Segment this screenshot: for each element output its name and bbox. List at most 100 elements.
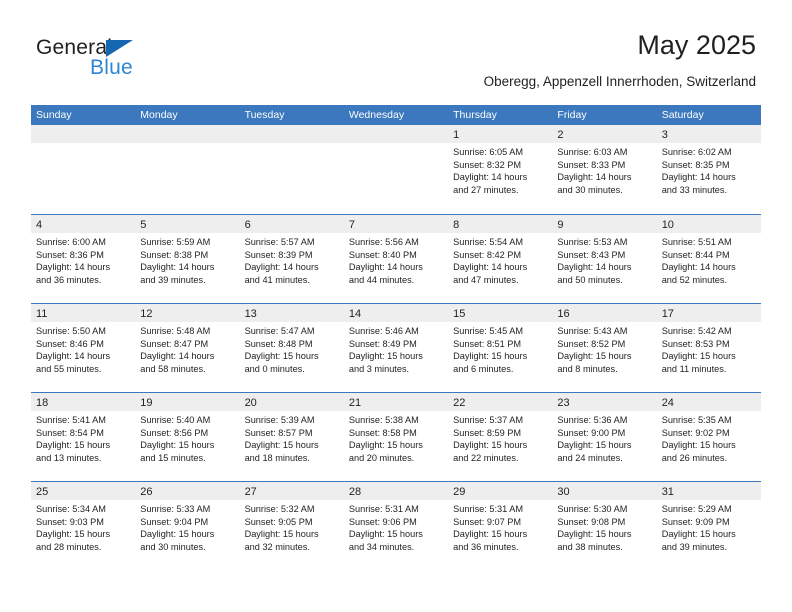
calendar-day-cell[interactable]: 1 Sunrise: 6:05 AM Sunset: 8:32 PM Daylight… <box>448 125 553 214</box>
day-sun-info: Sunrise: 5:43 AM Sunset: 8:52 PM Daylight:… <box>552 322 656 375</box>
calendar-day-cell[interactable]: 12 Sunrise: 5:48 AM Sunset: 8:47 PM Dayligh… <box>135 304 240 392</box>
calendar-day-cell[interactable]: 18 Sunrise: 5:41 AM Sunset: 8:54 PM Dayligh… <box>31 393 136 481</box>
calendar-day-cell-empty[interactable] <box>239 125 344 214</box>
calendar-day-cell[interactable]: 27 Sunrise: 5:32 AM Sunset: 9:05 PM Dayligh… <box>239 482 344 570</box>
calendar-day-cell[interactable]: 7 Sunrise: 5:56 AM Sunset: 8:40 PM Daylight… <box>343 215 449 303</box>
sunset-text: Sunset: 8:54 PM <box>36 427 104 438</box>
day-number-band: 26 <box>135 482 240 500</box>
sunset-text: Sunset: 9:05 PM <box>244 516 313 527</box>
daylight-text-line1: Daylight: 15 hours <box>244 351 319 362</box>
day-number-band: 2 <box>552 125 657 143</box>
calendar-day-cell[interactable]: 23 Sunrise: 5:36 AM Sunset: 9:00 PM Dayligh… <box>552 393 657 481</box>
daylight-text-line1: Daylight: 15 hours <box>557 440 632 451</box>
day-number-band: 9 <box>552 215 657 233</box>
sunset-text: Sunset: 9:09 PM <box>661 516 730 527</box>
calendar-day-cell[interactable]: 19 Sunrise: 5:40 AM Sunset: 8:56 PM Dayligh… <box>135 393 240 481</box>
day-number-band: 3 <box>656 125 761 143</box>
calendar-day-cell[interactable]: 5 Sunrise: 5:59 AM Sunset: 8:38 PM Daylight… <box>135 215 240 303</box>
calendar-day-cell[interactable]: 24 Sunrise: 5:35 AM Sunset: 9:02 PM Dayligh… <box>656 393 761 481</box>
calendar-day-cell[interactable]: 28 Sunrise: 5:31 AM Sunset: 9:06 PM Dayligh… <box>343 482 449 570</box>
weekday-wednesday: Wednesday <box>348 109 405 121</box>
sunset-text: Sunset: 8:36 PM <box>36 249 104 260</box>
daylight-text-line1: Daylight: 14 hours <box>140 262 215 273</box>
calendar-day-cell[interactable]: 26 Sunrise: 5:33 AM Sunset: 9:04 PM Dayligh… <box>135 482 240 570</box>
brand-logo[interactable]: General Blue <box>36 36 236 90</box>
sunrise-text: Sunrise: 5:42 AM <box>661 326 732 336</box>
day-number-band: 8 <box>448 215 553 233</box>
day-sun-info: Sunrise: 5:37 AM Sunset: 8:59 PM Daylight:… <box>448 411 552 464</box>
day-sun-info: Sunrise: 5:56 AM Sunset: 8:40 PM Daylight:… <box>344 233 448 286</box>
calendar-day-cell[interactable]: 22 Sunrise: 5:37 AM Sunset: 8:59 PM Dayligh… <box>448 393 553 481</box>
calendar-day-cell[interactable]: 3 Sunrise: 6:02 AM Sunset: 8:35 PM Daylight… <box>656 125 761 214</box>
sunset-text: Sunset: 8:49 PM <box>348 338 417 349</box>
day-number-band: 6 <box>239 215 344 233</box>
day-number: 24 <box>661 397 674 409</box>
sunrise-text: Sunrise: 5:51 AM <box>661 237 732 247</box>
day-number: 27 <box>244 486 257 498</box>
day-sun-info: Sunrise: 5:32 AM Sunset: 9:05 PM Daylight:… <box>240 500 344 553</box>
day-sun-info: Sunrise: 5:42 AM Sunset: 8:53 PM Daylight:… <box>657 322 761 375</box>
daylight-text-line1: Daylight: 15 hours <box>140 529 215 540</box>
calendar-day-cell[interactable]: 29 Sunrise: 5:31 AM Sunset: 9:07 PM Dayligh… <box>448 482 553 570</box>
day-number-band: 22 <box>448 393 553 411</box>
calendar-day-cell[interactable]: 14 Sunrise: 5:46 AM Sunset: 8:49 PM Dayligh… <box>343 304 449 392</box>
calendar-day-cell[interactable]: 17 Sunrise: 5:42 AM Sunset: 8:53 PM Dayligh… <box>656 304 761 392</box>
day-sun-info: Sunrise: 5:53 AM Sunset: 8:43 PM Daylight:… <box>552 233 656 286</box>
day-sun-info: Sunrise: 5:47 AM Sunset: 8:48 PM Daylight:… <box>240 322 344 375</box>
calendar-day-cell[interactable]: 9 Sunrise: 5:53 AM Sunset: 8:43 PM Daylight… <box>552 215 657 303</box>
calendar-day-cell[interactable]: 6 Sunrise: 5:57 AM Sunset: 8:39 PM Daylight… <box>239 215 344 303</box>
calendar-day-cell-empty[interactable] <box>31 125 136 214</box>
daylight-text-line1: Daylight: 15 hours <box>453 529 528 540</box>
calendar-day-cell[interactable]: 2 Sunrise: 6:03 AM Sunset: 8:33 PM Daylight… <box>552 125 657 214</box>
calendar-week-row: 4 Sunrise: 6:00 AM Sunset: 8:36 PM Daylight… <box>31 214 761 303</box>
daylight-text-line2: and 38 minutes. <box>557 541 623 552</box>
day-sun-info: Sunrise: 5:29 AM Sunset: 9:09 PM Daylight:… <box>657 500 761 553</box>
calendar-day-cell[interactable]: 21 Sunrise: 5:38 AM Sunset: 8:58 PM Dayligh… <box>343 393 449 481</box>
calendar-day-cell[interactable]: 30 Sunrise: 5:30 AM Sunset: 9:08 PM Dayligh… <box>552 482 657 570</box>
sunset-text: Sunset: 8:56 PM <box>140 427 209 438</box>
daylight-text-line1: Daylight: 15 hours <box>661 529 736 540</box>
sunrise-text: Sunrise: 6:05 AM <box>453 147 524 157</box>
weekday-tuesday: Tuesday <box>244 109 285 121</box>
calendar-day-cell[interactable]: 10 Sunrise: 5:51 AM Sunset: 8:44 PM Dayligh… <box>656 215 761 303</box>
calendar-day-cell[interactable]: 8 Sunrise: 5:54 AM Sunset: 8:42 PM Daylight… <box>448 215 553 303</box>
day-sun-info: Sunrise: 5:45 AM Sunset: 8:51 PM Daylight:… <box>448 322 552 375</box>
sunrise-text: Sunrise: 5:47 AM <box>244 326 315 336</box>
weekday-sunday: Sunday <box>36 109 72 121</box>
day-number: 16 <box>557 308 570 320</box>
sunset-text: Sunset: 8:33 PM <box>557 159 626 170</box>
daylight-text-line2: and 58 minutes. <box>140 363 206 374</box>
sunrise-text: Sunrise: 5:46 AM <box>348 326 419 336</box>
sunrise-text: Sunrise: 5:29 AM <box>661 504 732 514</box>
day-number: 26 <box>140 486 153 498</box>
day-number: 23 <box>557 397 570 409</box>
calendar-day-cell-empty[interactable] <box>343 125 449 214</box>
sunrise-text: Sunrise: 5:41 AM <box>36 415 106 425</box>
page-title: May 2025 <box>637 30 756 60</box>
day-number: 11 <box>36 308 48 320</box>
daylight-text-line2: and 41 minutes. <box>244 274 310 285</box>
sunrise-text: Sunrise: 5:53 AM <box>557 237 628 247</box>
calendar-day-cell-empty[interactable] <box>135 125 240 214</box>
daylight-text-line2: and 15 minutes. <box>140 452 206 463</box>
calendar-day-cell[interactable]: 20 Sunrise: 5:39 AM Sunset: 8:57 PM Dayligh… <box>239 393 344 481</box>
day-sun-info: Sunrise: 6:00 AM Sunset: 8:36 PM Daylight:… <box>31 233 135 286</box>
calendar-day-cell[interactable]: 11 Sunrise: 5:50 AM Sunset: 8:46 PM Dayligh… <box>31 304 136 392</box>
calendar-day-cell[interactable]: 25 Sunrise: 5:34 AM Sunset: 9:03 PM Dayligh… <box>31 482 136 570</box>
daylight-text-line2: and 6 minutes. <box>453 363 514 374</box>
daylight-text-line2: and 3 minutes. <box>348 363 410 374</box>
daylight-text-line2: and 39 minutes. <box>140 274 206 285</box>
calendar-day-cell[interactable]: 31 Sunrise: 5:29 AM Sunset: 9:09 PM Dayligh… <box>656 482 761 570</box>
calendar-day-cell[interactable]: 15 Sunrise: 5:45 AM Sunset: 8:51 PM Dayligh… <box>448 304 553 392</box>
sunrise-text: Sunrise: 5:39 AM <box>244 415 315 425</box>
calendar-day-cell[interactable]: 4 Sunrise: 6:00 AM Sunset: 8:36 PM Daylight… <box>31 215 136 303</box>
day-number: 9 <box>557 219 564 231</box>
day-sun-info: Sunrise: 5:36 AM Sunset: 9:00 PM Daylight:… <box>552 411 656 464</box>
daylight-text-line2: and 50 minutes. <box>557 274 623 285</box>
daylight-text-line2: and 28 minutes. <box>36 541 102 552</box>
sunset-text: Sunset: 8:40 PM <box>348 249 417 260</box>
day-number: 5 <box>140 219 147 231</box>
day-number: 18 <box>36 397 49 409</box>
calendar-day-cell[interactable]: 16 Sunrise: 5:43 AM Sunset: 8:52 PM Dayligh… <box>552 304 657 392</box>
calendar-day-cell[interactable]: 13 Sunrise: 5:47 AM Sunset: 8:48 PM Dayligh… <box>239 304 344 392</box>
